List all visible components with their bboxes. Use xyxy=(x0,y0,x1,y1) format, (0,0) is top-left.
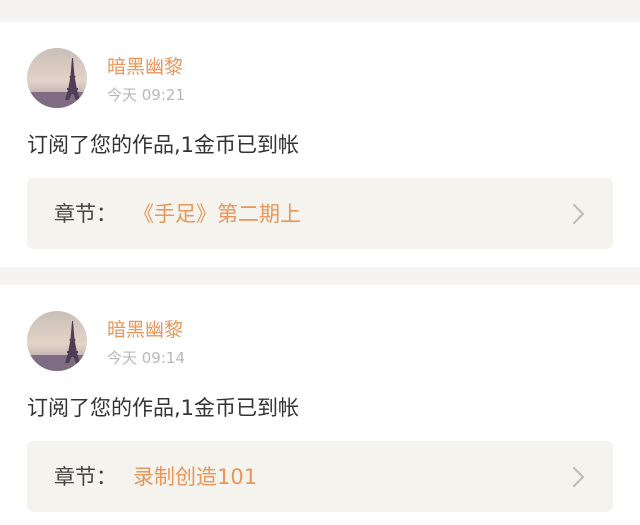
notification-feed: 暗黑幽黎 今天 09:21 订阅了您的作品,1金币已到帐 章节： 《手足》第二期… xyxy=(0,0,640,525)
avatar[interactable] xyxy=(27,311,87,371)
chapter-link[interactable]: 章节： 《手足》第二期上 xyxy=(27,178,613,249)
chapter-link[interactable]: 章节： 录制创造101 xyxy=(27,441,613,512)
chapter-label: 章节： xyxy=(54,202,117,226)
username[interactable]: 暗黑幽黎 xyxy=(107,55,183,79)
notification-message: 订阅了您的作品,1金币已到帐 xyxy=(27,396,300,420)
username[interactable]: 暗黑幽黎 xyxy=(107,318,183,342)
chevron-right-icon xyxy=(571,202,587,226)
chevron-right-icon xyxy=(571,465,587,489)
notification-message: 订阅了您的作品,1金币已到帐 xyxy=(27,133,300,157)
avatar[interactable] xyxy=(27,48,87,108)
eiffel-tower-icon xyxy=(27,48,87,108)
chapter-label: 章节： xyxy=(54,465,117,489)
eiffel-tower-icon xyxy=(27,311,87,371)
notification-card: 暗黑幽黎 今天 09:14 订阅了您的作品,1金币已到帐 章节： 录制创造101 xyxy=(0,285,640,525)
notification-card: 暗黑幽黎 今天 09:21 订阅了您的作品,1金币已到帐 章节： 《手足》第二期… xyxy=(0,22,640,267)
timestamp: 今天 09:21 xyxy=(107,86,185,104)
chapter-title: 录制创造101 xyxy=(133,465,258,489)
timestamp: 今天 09:14 xyxy=(107,349,185,367)
chapter-title: 《手足》第二期上 xyxy=(133,202,301,226)
